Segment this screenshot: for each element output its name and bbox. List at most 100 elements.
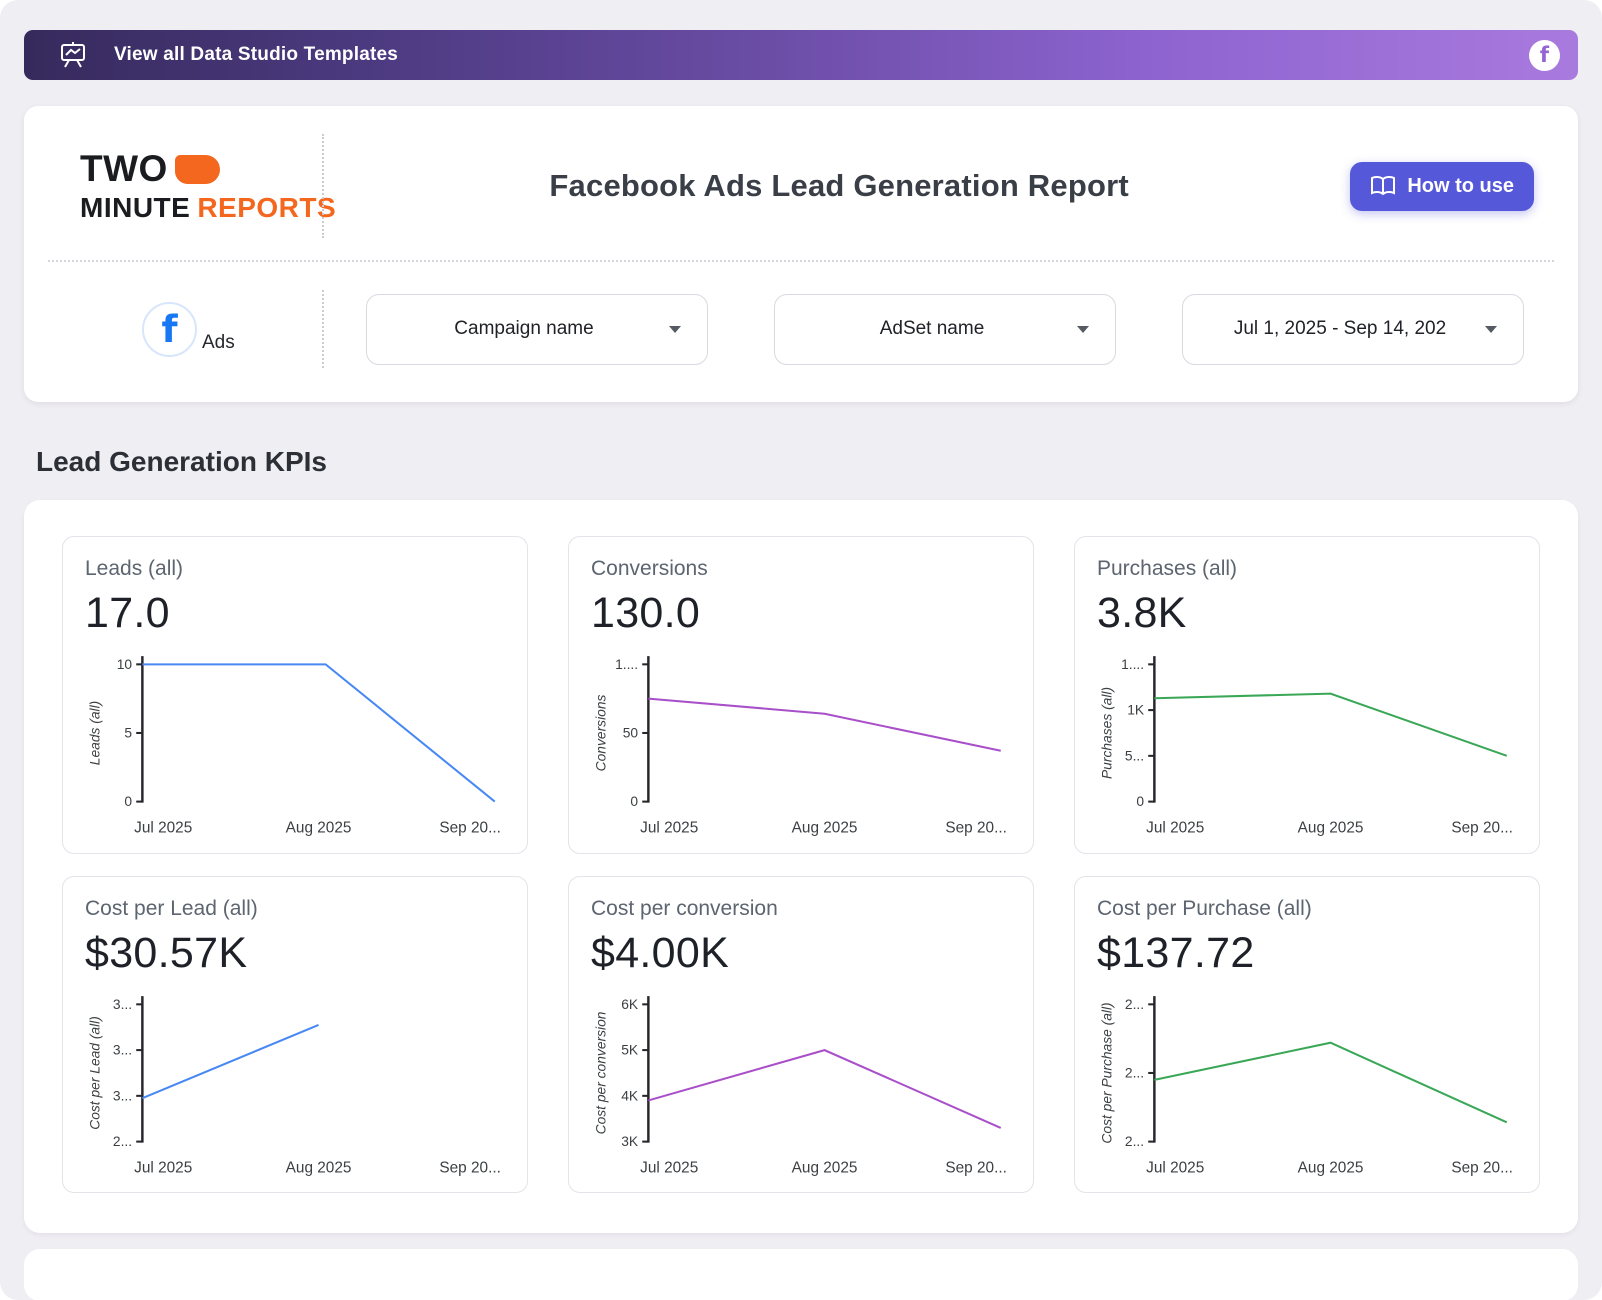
how-to-use-button[interactable]: How to use [1350,162,1534,211]
svg-text:Sep 20...: Sep 20... [439,1159,500,1176]
svg-text:Jul 2025: Jul 2025 [134,1159,192,1176]
svg-text:3...: 3... [113,1041,132,1057]
templates-banner[interactable]: View all Data Studio Templates f [24,30,1578,80]
filter-row: f Ads Campaign name AdSet name Jul 1, 20… [24,262,1578,402]
svg-text:10: 10 [117,656,133,672]
next-section-card [24,1249,1578,1300]
svg-text:0: 0 [630,793,638,809]
svg-text:Cost per conversion: Cost per conversion [592,1011,608,1134]
svg-text:3...: 3... [113,996,132,1012]
svg-text:Jul 2025: Jul 2025 [1146,1159,1204,1176]
svg-text:Sep 20...: Sep 20... [439,819,500,836]
svg-text:Aug 2025: Aug 2025 [1298,1159,1364,1176]
logo-text-reports: REPORTS [197,192,336,223]
kpi-title: Leads (all) [85,557,505,581]
kpi-container: Leads (all) 17.0 0 5 10 Leads (all) Jul 2025… [24,500,1578,1233]
report-header-card: TWO MINUTEREPORTS Facebook Ads Lead Gene… [24,106,1578,402]
campaign-name-dropdown[interactable]: Campaign name [366,294,708,365]
svg-text:1....: 1.... [1121,656,1144,672]
header-top-row: TWO MINUTEREPORTS Facebook Ads Lead Gene… [24,106,1578,260]
svg-text:6K: 6K [621,996,639,1012]
kpi-line-chart: 3K 4K 5K 6K Cost per conversion Jul 2025 Aug 2… [591,990,1011,1185]
svg-text:5: 5 [124,725,132,741]
svg-text:Aug 2025: Aug 2025 [286,819,352,836]
facebook-ads-icon: f [142,302,197,357]
kpi-card-leads: Leads (all) 17.0 0 5 10 Leads (all) Jul 2025… [62,536,528,854]
svg-text:5K: 5K [621,1041,639,1057]
kpi-line-chart: 05...1K1....Purchases (all)Jul 2025Aug 2… [1097,650,1517,845]
kpi-line-chart: 2... 3... 3... 3... Cost per Lead (all) Jul 2… [85,990,505,1185]
svg-text:Aug 2025: Aug 2025 [1298,819,1364,836]
kpi-value: $137.72 [1097,929,1517,978]
svg-text:Aug 2025: Aug 2025 [792,1159,858,1176]
svg-text:Aug 2025: Aug 2025 [286,1159,352,1176]
filter-dropdowns: Campaign name AdSet name Jul 1, 2025 - S… [328,294,1526,365]
logo-text-minute: MINUTE [80,192,190,223]
svg-text:0: 0 [124,793,132,809]
svg-text:Cost per Lead (all): Cost per Lead (all) [86,1016,102,1130]
kpi-card-conversions: Conversions 130.0 0 50 1.... Conversions Jul… [568,536,1034,854]
svg-text:1K: 1K [1127,702,1145,718]
kpi-title: Cost per Lead (all) [85,897,505,921]
kpi-grid: Leads (all) 17.0 0 5 10 Leads (all) Jul 2025… [62,536,1540,1193]
kpi-card-purchases: Purchases (all) 3.8K 05...1K1....Purchas… [1074,536,1540,854]
banner-label: View all Data Studio Templates [114,44,398,66]
svg-text:Jul 2025: Jul 2025 [1146,819,1204,836]
kpi-title: Purchases (all) [1097,557,1517,581]
vertical-divider [322,134,324,238]
svg-text:Sep 20...: Sep 20... [1451,819,1512,836]
svg-text:Purchases (all): Purchases (all) [1098,687,1114,779]
svg-text:Cost per Purchase (all): Cost per Purchase (all) [1098,1002,1114,1143]
svg-text:Jul 2025: Jul 2025 [640,819,698,836]
svg-text:3K: 3K [621,1133,639,1149]
book-icon [1370,175,1396,197]
kpi-title: Cost per Purchase (all) [1097,897,1517,921]
kpi-card-cost-per-purchase: Cost per Purchase (all) $137.72 2...2...… [1074,876,1540,1194]
kpi-card-cost-per-conversion: Cost per conversion $4.00K 3K 4K 5K 6K Cost … [568,876,1034,1194]
dashboard-page: View all Data Studio Templates f TWO MIN… [0,0,1602,1300]
svg-text:50: 50 [623,725,639,741]
how-to-use-label: How to use [1407,175,1514,198]
adset-name-dropdown[interactable]: AdSet name [774,294,1116,365]
svg-text:Sep 20...: Sep 20... [1451,1159,1512,1176]
svg-text:Aug 2025: Aug 2025 [792,819,858,836]
kpi-value: $30.57K [85,929,505,978]
kpi-value: $4.00K [591,929,1011,978]
svg-text:Sep 20...: Sep 20... [945,1159,1006,1176]
chevron-down-icon [1077,326,1089,333]
svg-text:1....: 1.... [615,656,638,672]
section-title: Lead Generation KPIs [36,446,1602,478]
svg-text:Jul 2025: Jul 2025 [640,1159,698,1176]
svg-text:2...: 2... [113,1133,132,1149]
campaign-name-label: Campaign name [454,318,593,340]
svg-text:2...: 2... [1125,1133,1144,1149]
svg-text:Sep 20...: Sep 20... [945,819,1006,836]
svg-text:5...: 5... [1125,747,1144,763]
svg-text:2...: 2... [1125,1064,1144,1080]
kpi-line-chart: 0 50 1.... Conversions Jul 2025 Aug 2025 Sep 2… [591,650,1011,845]
kpi-value: 17.0 [85,589,505,638]
svg-text:Leads (all): Leads (all) [86,701,102,766]
chart-board-icon [58,40,88,70]
svg-text:3...: 3... [113,1087,132,1103]
page-title: Facebook Ads Lead Generation Report [328,168,1350,204]
kpi-title: Cost per conversion [591,897,1011,921]
adset-name-label: AdSet name [880,318,985,340]
facebook-icon[interactable]: f [1529,40,1560,71]
date-range-dropdown[interactable]: Jul 1, 2025 - Sep 14, 202 [1182,294,1524,365]
kpi-line-chart: 2... 2... 2... Cost per Purchase (all) Jul 2… [1097,990,1517,1185]
ads-label: Ads [202,332,235,357]
logo-text-two: TWO [80,148,168,190]
kpi-value: 130.0 [591,589,1011,638]
date-range-label: Jul 1, 2025 - Sep 14, 202 [1234,318,1446,340]
kpi-title: Conversions [591,557,1011,581]
svg-text:4K: 4K [621,1087,639,1103]
kpi-line-chart: 0 5 10 Leads (all) Jul 2025 Aug 2025 Sep 20... [85,650,505,845]
two-minute-reports-logo: TWO MINUTEREPORTS [80,148,322,224]
svg-text:Jul 2025: Jul 2025 [134,819,192,836]
svg-text:2...: 2... [1125,996,1144,1012]
svg-text:Conversions: Conversions [592,694,608,771]
facebook-ads-source: f Ads [80,302,322,357]
chevron-down-icon [1485,326,1497,333]
logo-mark-icon [175,155,220,184]
